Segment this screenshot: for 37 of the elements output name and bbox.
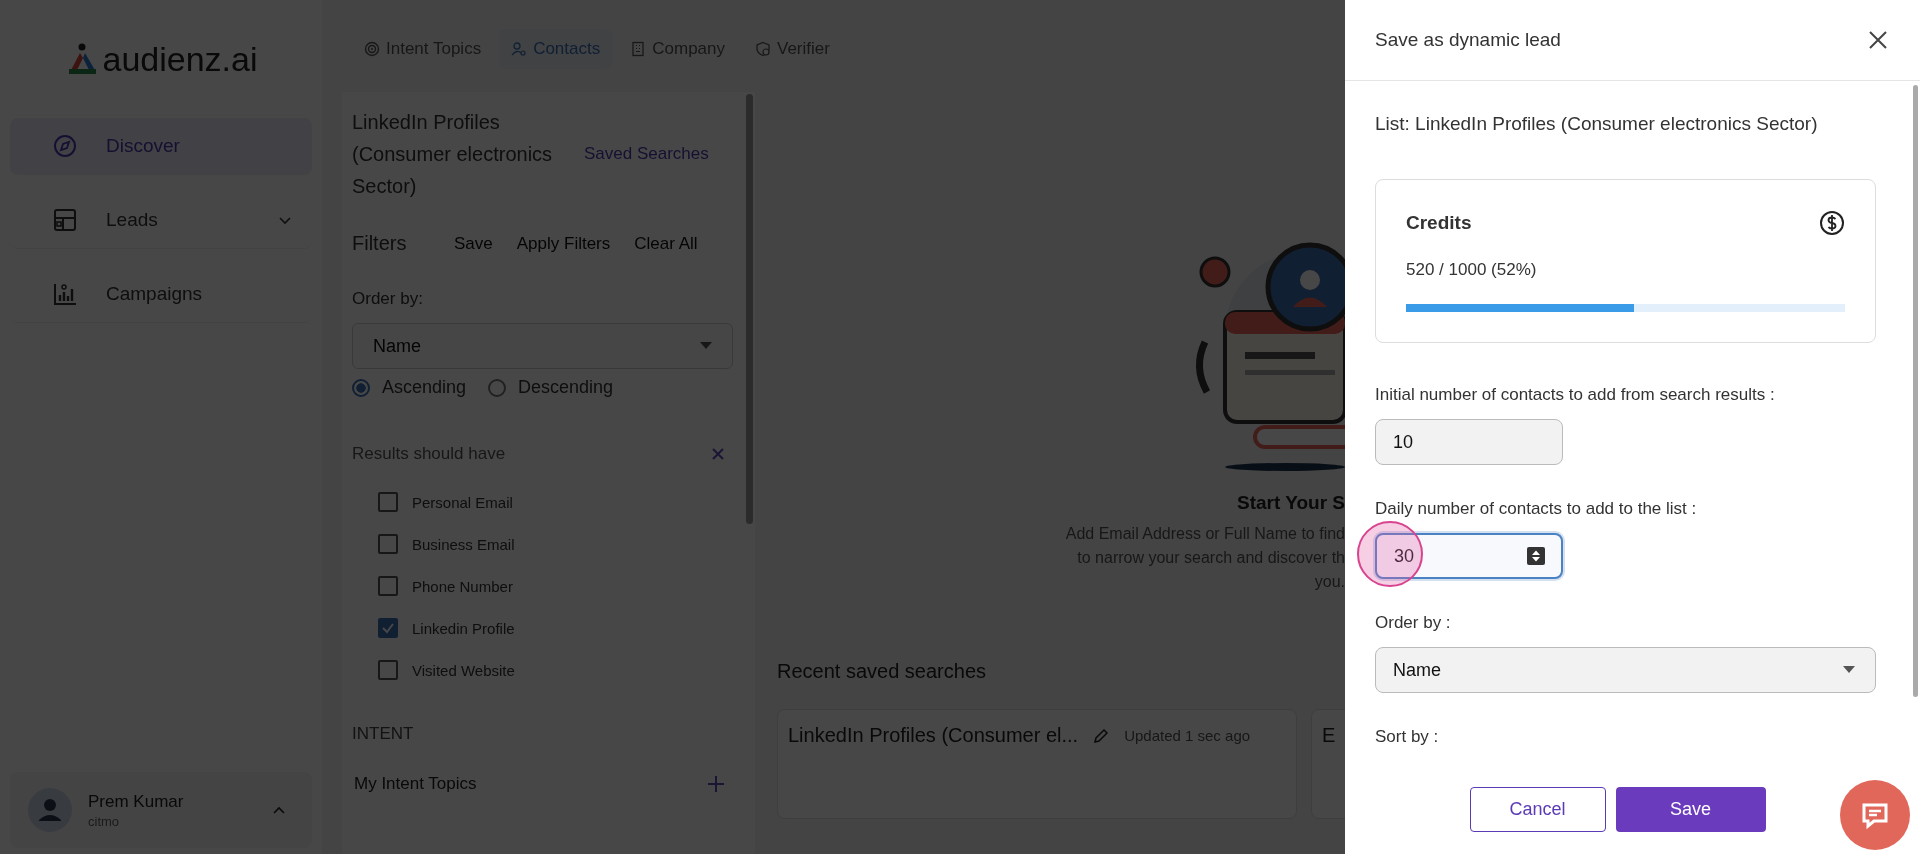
stepper-icon xyxy=(1527,547,1545,565)
checkbox-label: Visited Website xyxy=(412,661,515,679)
checkbox-label: Phone Number xyxy=(412,577,513,595)
empty-state-title: Start Your S xyxy=(1236,492,1345,514)
checkbox-label: Personal Email xyxy=(412,493,513,511)
caret-down-icon xyxy=(1843,666,1855,674)
search-title: LinkedIn Profiles (Consumer electronics Sector) xyxy=(352,110,554,199)
radio-label: Ascending xyxy=(382,377,467,398)
order-select[interactable]: Name xyxy=(1375,647,1876,693)
user-name: Prem Kumar xyxy=(88,791,184,812)
filter-action-button[interactable]: Clear All xyxy=(628,233,704,254)
saved-search-title: LinkedIn Profiles (Consumer el... xyxy=(788,724,1079,747)
saved-search-title: E xyxy=(1322,724,1336,747)
field-label: Initial number of contacts to add from search results : xyxy=(1375,385,1776,405)
cancel-button[interactable]: Cancel xyxy=(1469,786,1606,832)
save-button[interactable]: Save xyxy=(1615,786,1766,832)
dollar-icon xyxy=(1819,210,1845,236)
panel-title: Save as dynamic lead xyxy=(1375,29,1561,51)
order-label: Order by: xyxy=(352,289,424,309)
checkbox-label: Business Email xyxy=(412,535,515,553)
credits-reading: 520 / 1000 (52%) xyxy=(1406,260,1538,280)
input-field[interactable]: 10 xyxy=(1375,419,1563,465)
logo-text: audienz.ai xyxy=(102,39,258,79)
field-label: Order by : xyxy=(1375,613,1452,633)
section-heading: Recent saved searches xyxy=(777,660,986,683)
filters-heading: Filters xyxy=(352,232,408,255)
list-name: List: LinkedIn Profiles (Consumer electronics Sector) xyxy=(1375,113,1819,135)
radio-label: Descending xyxy=(518,377,614,398)
scrollbar[interactable] xyxy=(1913,85,1918,697)
number-field[interactable]: 30 xyxy=(1375,533,1563,579)
intent-topics-label: My Intent Topics xyxy=(354,774,477,794)
checkbox-label: Linkedin Profile xyxy=(412,619,515,637)
credits-title: Credits xyxy=(1406,212,1472,234)
filter-action-button[interactable]: Save xyxy=(448,233,499,254)
field-label: Sort by : xyxy=(1375,727,1440,747)
field-label: Daily number of contacts to add to the list : xyxy=(1375,499,1698,519)
filter-action-button[interactable]: Apply Filters xyxy=(510,233,617,254)
